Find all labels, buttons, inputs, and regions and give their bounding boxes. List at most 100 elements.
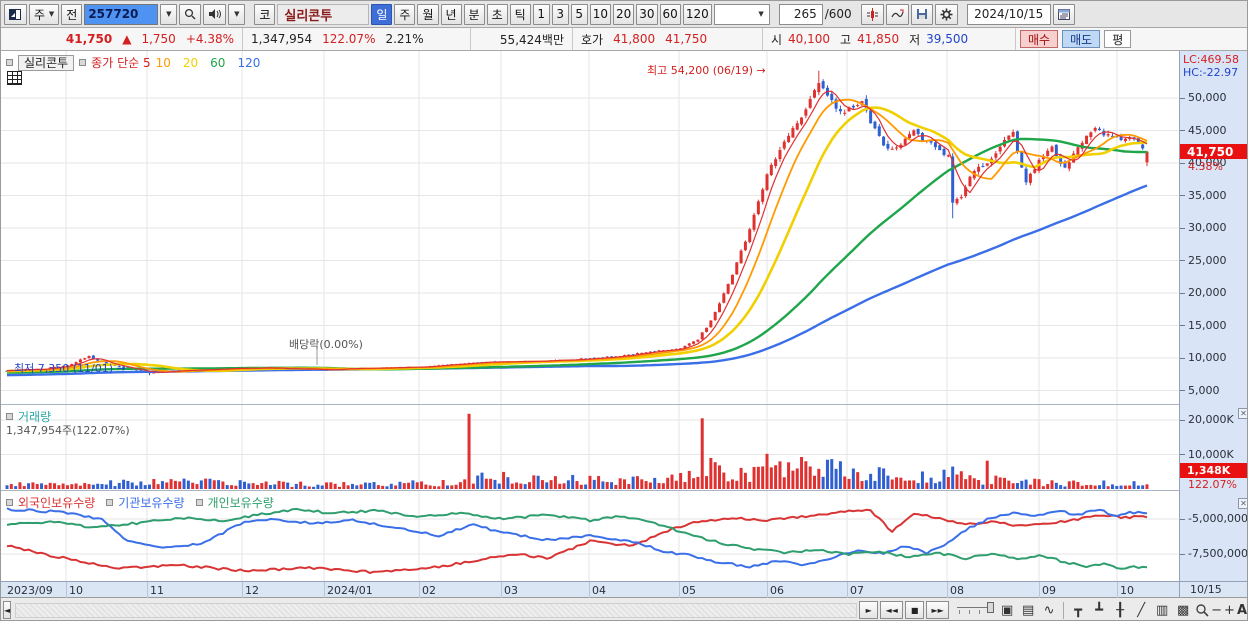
fast-forward-button[interactable]: ►► [926,601,950,619]
ask-price: 41,800 [613,32,656,46]
date-axis-separator [66,582,67,598]
toolbar-divider [1063,601,1065,619]
zoom-in-button[interactable]: + [1224,601,1235,620]
compare-add-button[interactable]: ▣ [997,601,1017,620]
ma-legend-60: 60 [210,55,226,70]
timeframe-button-월[interactable]: 월 [417,3,439,25]
price-cell: 41,750 ▲ 1,750 +4.38% [1,28,243,50]
date-axis-label: 03 [504,584,518,597]
legend-checkbox-icon[interactable] [6,499,13,506]
zoom-slider[interactable] [957,601,995,619]
scroll-left-button[interactable]: ◄ [3,601,12,619]
legend-checkbox-icon[interactable] [6,59,13,66]
avg-button[interactable]: 평 [1104,30,1132,48]
axis-tick [1180,357,1185,359]
candle-arrows-icon [866,7,878,21]
code-dropdown-button[interactable]: ▼ [160,3,178,25]
turnover-ratio: 2.21% [385,32,424,46]
playback-controls: ► ◄◄ ■ ►► [859,601,950,619]
font-tool-button[interactable]: A [1237,601,1247,620]
trend-pattern-button[interactable]: ∿ [1039,601,1059,620]
date-axis-separator [589,582,590,598]
period-dropdown-value: 주 [34,7,46,22]
minute-button-60[interactable]: 60 [659,3,681,25]
close-holdings-pane-icon[interactable]: ✕ [1238,498,1247,509]
chart-window-icon[interactable] [4,3,27,25]
chart-style-button[interactable]: ▥ [1152,601,1172,620]
code-toggle-button[interactable]: 코 [254,3,276,25]
calendar-button[interactable] [1052,3,1075,25]
ohl-cell: 시 40,100 고 41,850 저 39,500 [763,28,1016,50]
axis-tick [1180,454,1185,455]
save-image-button[interactable]: ▩ [1173,601,1193,620]
price-tool-button[interactable] [860,3,884,25]
minute-button-120[interactable]: 120 [682,3,712,25]
timeframe-button-분[interactable]: 분 [463,3,485,25]
close-volume-pane-icon[interactable]: ✕ [1238,408,1247,419]
high-price: 41,850 [857,32,900,46]
sound-dropdown-button[interactable]: ▼ [228,3,246,25]
timeframe-button-주[interactable]: 주 [394,3,416,25]
price-axis-label: 5,000 [1188,383,1220,397]
date-axis-label: 10 [1120,584,1134,597]
legend-stock-name[interactable]: 실리콘투 [18,54,75,71]
timeframe-button-틱[interactable]: 틱 [509,3,531,25]
line-tool-button[interactable] [885,3,909,25]
axis-tick [1180,419,1185,421]
play-button[interactable]: ► [859,601,879,619]
minute-button-1[interactable]: 1 [532,3,550,25]
timeframe-button-초[interactable]: 초 [486,3,508,25]
calendar-icon [1057,9,1070,20]
search-button[interactable] [179,3,202,25]
sound-button[interactable] [203,3,227,25]
date-box[interactable]: 2024/10/15 [966,3,1051,25]
stock-code-input[interactable] [84,3,159,25]
tool-support-button[interactable]: ┻ [1089,601,1109,620]
slider-thumb[interactable] [987,602,995,613]
current-volume-marker: 1,348K [1180,463,1247,478]
volume-subtitle: 1,347,954주(122.07%) [6,424,130,437]
grid-toggle-icon[interactable] [7,71,22,85]
legend-checkbox-icon[interactable] [195,499,203,506]
stock-chart-window: 주 ▼ 전 ▼ ▼ 코 실리콘투 일주월년분초틱 13510203060120 … [0,0,1248,621]
chart-canvas[interactable] [1,51,1248,597]
sell-button[interactable]: 매도 [1062,30,1101,48]
timeframe-button-일[interactable]: 일 [371,3,393,25]
tool-trendline-button[interactable]: ╱ [1131,601,1151,620]
rewind-button[interactable]: ◄◄ [880,601,904,619]
magnifier-icon [1196,604,1209,617]
bar-count-box[interactable]: 265 [778,3,823,25]
trend-line-icon [891,9,904,17]
minute-button-20[interactable]: 20 [612,3,635,25]
tool-resistance-button[interactable]: ┳ [1068,601,1088,620]
period-dropdown[interactable]: 주 ▼ [29,3,60,25]
buy-button[interactable]: 매수 [1020,30,1059,48]
compare-button[interactable]: ▤ [1018,601,1038,620]
stop-button[interactable]: ■ [905,601,925,619]
settings-button[interactable] [934,3,958,25]
zoom-out-button[interactable]: − [1211,601,1222,620]
date-axis-last: 10/15 [1179,581,1247,597]
save-button[interactable] [910,3,933,25]
magnifier-button[interactable] [1195,601,1209,620]
legend-checkbox-icon[interactable] [106,499,114,506]
price-axis-panel: LC:469.58 HC:-22.97 ✕ ✕ 50,000 45,000 40,0… [1179,51,1247,581]
tool-cross-button[interactable]: ╂ [1110,601,1130,620]
bid-price: 41,750 [665,32,708,46]
legend-checkbox-icon[interactable] [6,413,13,420]
minute-button-3[interactable]: 3 [551,3,569,25]
holdings-legend-기관보유수량: 기관보유수량 [118,496,185,510]
chevron-down-icon: ▼ [48,10,55,18]
timeframe-button-년[interactable]: 년 [440,3,462,25]
prev-stock-button[interactable]: 전 [61,3,83,25]
legend-checkbox-icon[interactable] [79,59,87,66]
interval-dropdown[interactable]: ▼ [713,3,770,25]
minute-button-30[interactable]: 30 [636,3,658,25]
minute-button-5[interactable]: 5 [570,3,588,25]
panel-icon [9,8,21,20]
date-axis-label: 11 [150,584,164,597]
chevron-down-icon: ▼ [758,10,764,18]
chart-scrollbar[interactable] [15,602,858,618]
trade-amount: 55,424백만 [499,32,564,47]
minute-button-10[interactable]: 10 [589,3,611,25]
